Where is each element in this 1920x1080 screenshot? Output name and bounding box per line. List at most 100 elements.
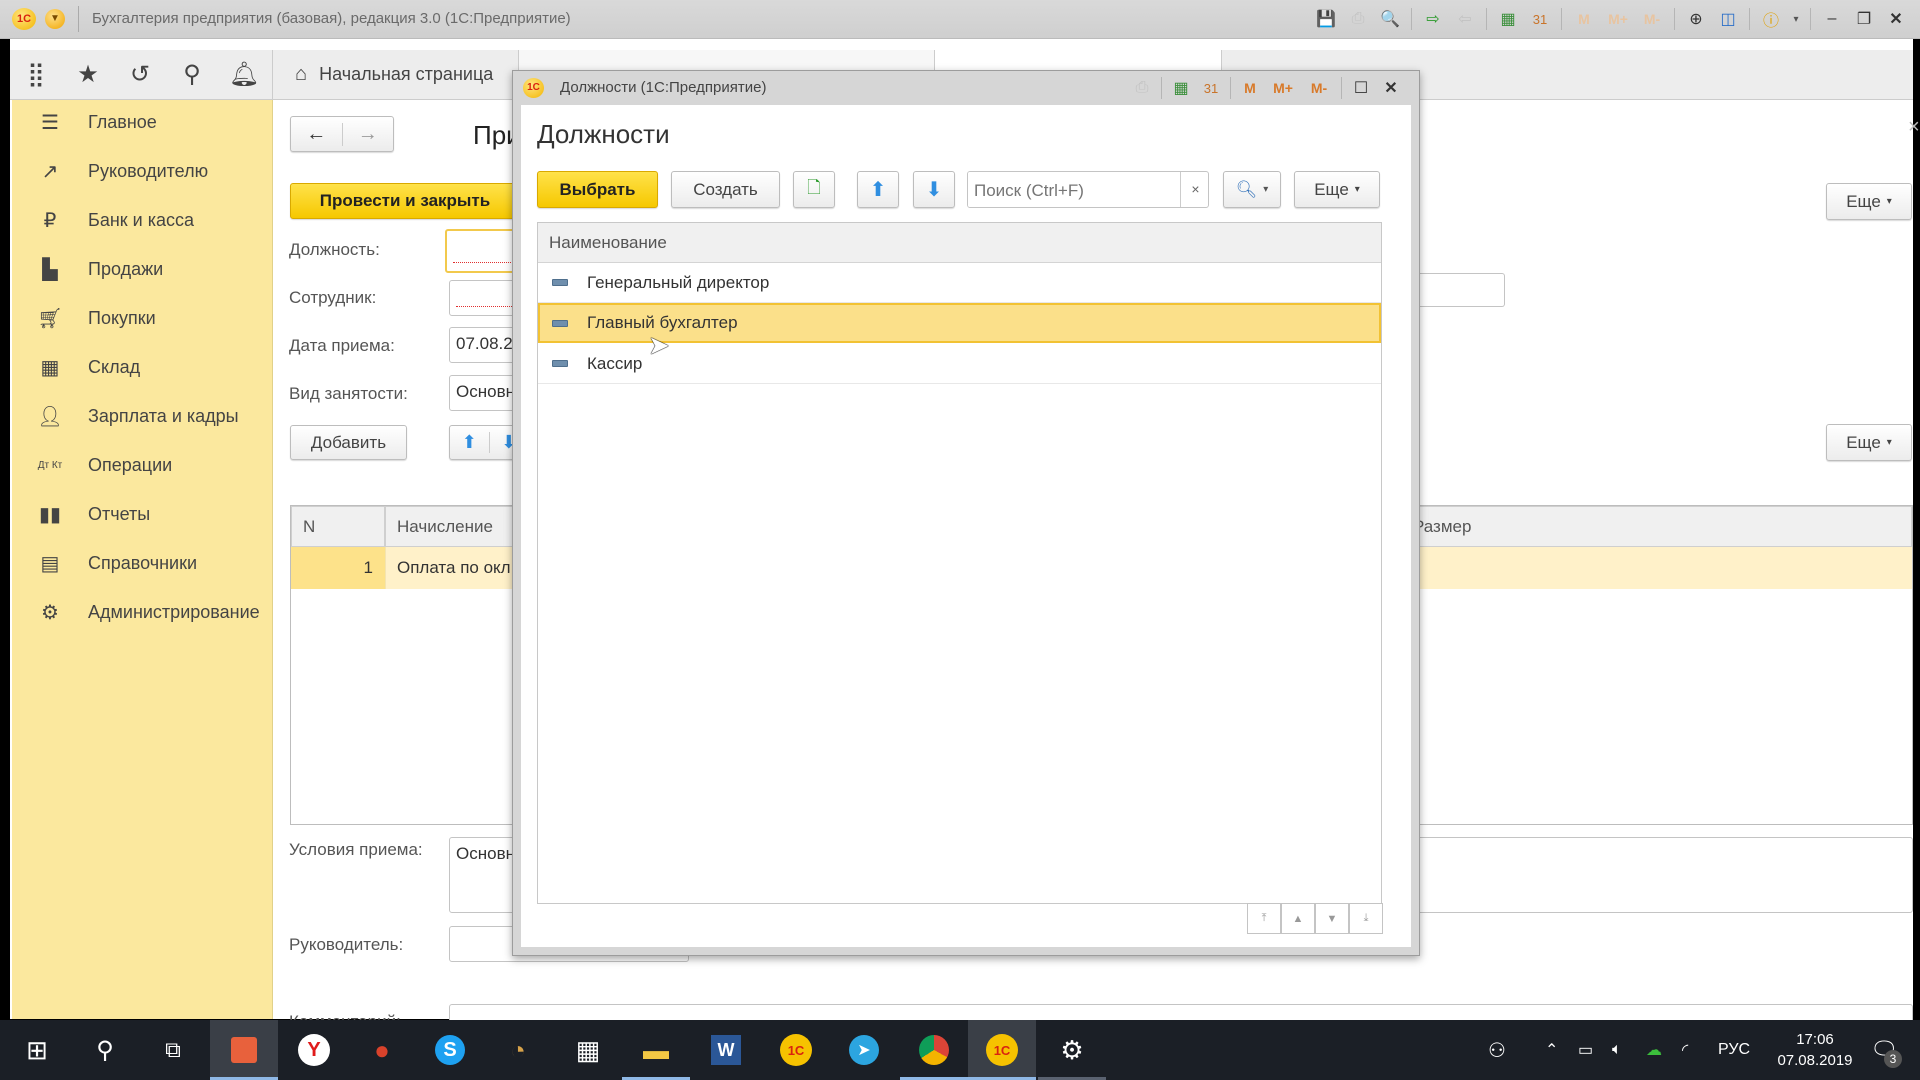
sidebar-item-warehouse[interactable]: ▦ Склад xyxy=(12,347,272,387)
column-name[interactable]: Наименование xyxy=(538,223,1381,263)
sidebar-item-references[interactable]: ▤ Справочники xyxy=(12,543,272,583)
memory-m-minus-button[interactable]: M- xyxy=(1637,6,1667,32)
column-size[interactable]: Размер xyxy=(1401,506,1912,547)
search-icon[interactable]: ⚲ xyxy=(71,1020,139,1080)
post-and-close-button[interactable]: Провести и закрыть xyxy=(290,183,520,219)
calendar-icon[interactable]: 31 xyxy=(1197,75,1225,101)
skype-icon[interactable]: S xyxy=(416,1020,484,1080)
yandex-browser-icon[interactable]: Y xyxy=(280,1020,348,1080)
star-icon[interactable]: ★ xyxy=(62,50,114,99)
position-field-tail[interactable] xyxy=(1420,273,1505,307)
more-button-table[interactable]: Еще ▾ xyxy=(1826,424,1912,461)
scroll-last-button[interactable]: ⤓ xyxy=(1349,903,1383,934)
calculator-icon[interactable]: ▦ xyxy=(1167,75,1195,101)
sidebar-item-operations[interactable]: Дт Кт Операции xyxy=(12,445,272,485)
language-indicator[interactable]: РУС xyxy=(1718,1020,1750,1080)
move-up-button[interactable]: ⬆ xyxy=(857,171,899,208)
sidebar-item-salary[interactable]: 👤︎ Зарплата и кадры xyxy=(12,396,272,436)
memory-m-plus-button[interactable]: M+ xyxy=(1603,6,1633,32)
forward-button[interactable]: → xyxy=(343,123,394,146)
clock-app-icon[interactable]: ◔ xyxy=(484,1020,552,1080)
zoom-in-icon[interactable]: ⊕ xyxy=(1682,6,1710,32)
apps-grid-icon[interactable]: ⣿ xyxy=(10,50,62,99)
sidebar-item-manager[interactable]: ↗ Руководителю xyxy=(12,151,272,191)
scroll-up-button[interactable]: ▲ xyxy=(1281,903,1315,934)
settings-icon[interactable]: ⚙ xyxy=(1038,1020,1106,1080)
create-button[interactable]: Создать xyxy=(671,171,780,208)
1c-active-icon[interactable]: 1С xyxy=(968,1020,1036,1080)
memory-m-minus-button[interactable]: M- xyxy=(1302,75,1336,101)
clock[interactable]: 17:06 07.08.2019 xyxy=(1774,1020,1856,1080)
wifi-icon[interactable]: ◜ xyxy=(1682,1020,1688,1080)
restore-icon[interactable]: ❐ xyxy=(1850,6,1878,32)
word-icon[interactable]: W xyxy=(692,1020,760,1080)
memory-m-plus-button[interactable]: M+ xyxy=(1266,75,1300,101)
calculator-icon[interactable]: ▦ xyxy=(554,1020,622,1080)
close-icon[interactable]: ✕ xyxy=(1377,75,1405,101)
search-clear-button[interactable]: × xyxy=(1180,172,1208,207)
form-close-icon[interactable]: × xyxy=(1908,116,1920,139)
show-hidden-icons[interactable]: ⌃ xyxy=(1545,1020,1558,1080)
search-options-button[interactable]: 🔍︎ ▾ xyxy=(1223,171,1281,208)
scroll-first-button[interactable]: ⤒ xyxy=(1247,903,1281,934)
scroll-down-button[interactable]: ▼ xyxy=(1315,903,1349,934)
calendar-icon[interactable]: 31 xyxy=(1526,6,1554,32)
info-icon[interactable]: ⓘ xyxy=(1757,6,1785,32)
more-button[interactable]: Еще ▾ xyxy=(1294,171,1380,208)
close-icon[interactable]: ✕ xyxy=(1882,6,1910,32)
volume-icon[interactable]: 🔈︎ xyxy=(1612,1020,1622,1080)
more-button-top[interactable]: Еще ▾ xyxy=(1826,183,1912,220)
dialog-title-bar[interactable]: 1С Должности (1С:Предприятие) ⎙ ▦ 31 M M… xyxy=(513,71,1419,105)
sidebar-item-main[interactable]: ☰ Главное xyxy=(12,102,272,142)
preview-icon[interactable]: 🔍 xyxy=(1376,6,1404,32)
list-item[interactable]: Генеральный директор xyxy=(538,263,1381,303)
move-up-button[interactable]: ⬆ xyxy=(450,432,490,453)
panels-icon[interactable]: ◫ xyxy=(1714,6,1742,32)
1c-icon[interactable]: 1С xyxy=(762,1020,830,1080)
minimize-icon[interactable]: – xyxy=(1818,6,1846,32)
link-export-icon[interactable]: ⎙ xyxy=(1128,75,1156,101)
notifications-icon[interactable]: 🗨︎ 3 xyxy=(1870,1020,1902,1080)
tab-home[interactable]: ⌂ Начальная страница xyxy=(273,50,518,99)
chevron-down-icon: ▾ xyxy=(1354,184,1360,195)
people-icon[interactable]: ⚇ xyxy=(1488,1020,1506,1080)
start-icon[interactable]: ⊞ xyxy=(3,1020,71,1080)
memory-m-button[interactable]: M xyxy=(1236,75,1264,101)
ruble-icon: ₽ xyxy=(43,209,57,232)
history-icon[interactable]: ↺ xyxy=(114,50,166,99)
main-menu-button[interactable]: ▼ xyxy=(45,9,65,29)
search-icon[interactable]: ⚲ xyxy=(166,50,218,99)
select-button[interactable]: Выбрать xyxy=(537,171,658,208)
item-icon xyxy=(552,360,568,367)
move-down-button[interactable]: ⬇ xyxy=(913,171,955,208)
notifications-count: 3 xyxy=(1884,1050,1902,1068)
file-explorer-icon[interactable]: ▬ xyxy=(622,1020,690,1080)
sidebar-item-bank[interactable]: ₽ Банк и касса xyxy=(12,200,272,240)
sidebar-item-reports[interactable]: ▮▮ Отчеты xyxy=(12,494,272,534)
bell-icon[interactable]: 🔔︎ xyxy=(218,50,270,99)
sidebar-item-purchases[interactable]: 🛒︎ Покупки xyxy=(12,298,272,338)
chrome-icon[interactable] xyxy=(900,1020,968,1080)
task-view-icon[interactable]: ⧉ xyxy=(139,1020,207,1080)
column-n[interactable]: N xyxy=(291,506,385,547)
onedrive-sync-icon[interactable]: ☁ xyxy=(1646,1020,1662,1080)
sidebar-item-admin[interactable]: ⚙ Администрирование xyxy=(12,592,272,632)
1c-logo-icon: 1С xyxy=(523,78,544,98)
maximize-icon[interactable]: ☐ xyxy=(1347,75,1375,101)
calculator-icon[interactable]: ▦ xyxy=(1494,6,1522,32)
search-input[interactable] xyxy=(968,172,1181,207)
battery-icon[interactable]: ▭ xyxy=(1578,1020,1593,1080)
sidebar-item-sales[interactable]: ▙ Продажи xyxy=(12,249,272,289)
copy-create-button[interactable]: 🗋 xyxy=(793,171,835,208)
info-dropdown-icon[interactable]: ▾ xyxy=(1789,6,1803,32)
telegram-icon[interactable]: ➤ xyxy=(830,1020,898,1080)
link-export-icon[interactable]: ⇦ xyxy=(1451,6,1479,32)
add-row-button[interactable]: Добавить xyxy=(290,425,407,460)
memory-m-button[interactable]: M xyxy=(1569,6,1599,32)
print-icon[interactable]: ⎙ xyxy=(1344,6,1372,32)
link-import-icon[interactable]: ⇨ xyxy=(1419,6,1447,32)
back-button[interactable]: ← xyxy=(291,122,343,146)
save-icon[interactable]: 💾 xyxy=(1312,6,1340,32)
apple-app-icon[interactable]: ● xyxy=(348,1020,416,1080)
presentation-app-icon[interactable] xyxy=(210,1020,278,1080)
